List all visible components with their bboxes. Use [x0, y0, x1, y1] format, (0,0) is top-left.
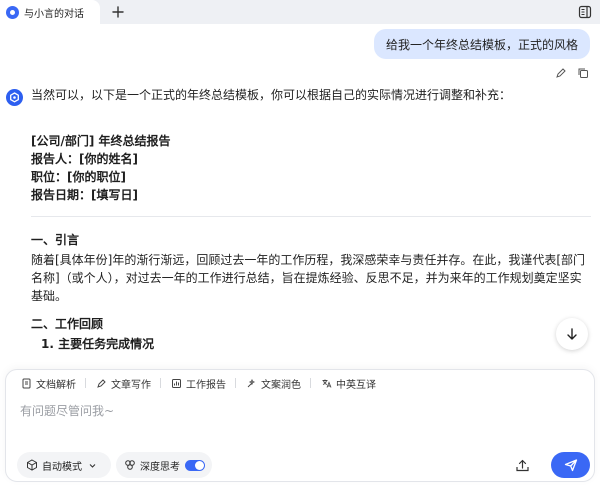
tab-bar: 与小言的对话	[0, 0, 600, 24]
copy-icon	[578, 68, 588, 78]
report-date: 报告日期：[填写日]	[31, 188, 138, 202]
report-header: [公司/部门] 年终总结报告 报告人：[你的姓名] 职位：[你的职位] 报告日期…	[31, 132, 591, 204]
tab-title: 与小言的对话	[24, 8, 84, 20]
prompt-input[interactable]	[20, 404, 580, 418]
upload-icon	[515, 459, 529, 471]
tool-label: 文章写作	[111, 379, 151, 391]
list-item: 1. 主要任务完成情况	[41, 337, 155, 351]
answer-intro: 当然可以，以下是一个正式的年终总结模板，你可以根据自己的实际情况进行调整和补充：	[31, 88, 512, 102]
assistant-avatar-icon	[6, 89, 23, 106]
section-heading: 一、引言	[31, 233, 80, 247]
edit-message-button[interactable]	[554, 66, 568, 80]
message-composer: 文档解析 文章写作 工作报告 文案润色 中英互译 自动模式 深度思考	[5, 369, 595, 482]
report-title: [公司/部门] 年终总结报告	[31, 134, 171, 148]
tool-label: 文案润色	[261, 379, 301, 391]
document-icon	[20, 377, 32, 389]
divider	[31, 216, 591, 217]
tool-translate[interactable]: 中英互译	[320, 376, 376, 391]
tool-copy-polish[interactable]: 文案润色	[245, 376, 301, 391]
mode-label: 自动模式	[42, 461, 82, 473]
upload-file-button[interactable]	[511, 454, 533, 476]
report-author: 报告人：[你的姓名]	[31, 152, 138, 166]
send-button[interactable]	[551, 452, 590, 478]
section-heading: 二、工作回顾	[31, 317, 104, 331]
tool-work-report[interactable]: 工作报告	[170, 376, 226, 391]
quick-tools: 文档解析 文章写作 工作报告 文案润色 中英互译	[20, 376, 376, 391]
sidebar-toggle-button[interactable]	[576, 3, 594, 21]
copy-message-button[interactable]	[576, 66, 590, 80]
chevron-down-icon	[88, 461, 97, 470]
pen-icon	[95, 377, 107, 389]
deep-think-switch[interactable]	[185, 459, 205, 471]
scroll-to-bottom-button[interactable]	[556, 318, 588, 350]
deep-think-toggle-button[interactable]: 深度思考	[116, 452, 212, 478]
assistant-answer: 当然可以，以下是一个正式的年终总结模板，你可以根据自己的实际情况进行调整和补充：…	[31, 86, 591, 353]
sidebar-icon	[578, 5, 592, 19]
tool-article-writing[interactable]: 文章写作	[95, 376, 151, 391]
cube-icon	[26, 459, 38, 471]
assistant-logo-icon	[6, 5, 19, 19]
deep-think-label: 深度思考	[140, 461, 180, 473]
report-position: 职位：[你的职位]	[31, 170, 126, 184]
mode-selector[interactable]: 自动模式	[17, 452, 111, 478]
translate-icon	[320, 377, 332, 389]
conversation-tab[interactable]: 与小言的对话	[0, 0, 100, 24]
section-paragraph: 随着[具体年份]年的渐行渐远，回顾过去一年的工作历程，我深感荣幸与责任并存。在此…	[31, 253, 586, 303]
divider	[235, 378, 236, 388]
tool-label: 文档解析	[36, 379, 76, 391]
deep-think-icon	[124, 459, 136, 471]
new-tab-button[interactable]	[108, 2, 128, 22]
plus-icon	[112, 6, 124, 18]
send-icon	[564, 459, 577, 472]
message-actions	[554, 66, 590, 80]
divider	[160, 378, 161, 388]
report-icon	[170, 377, 182, 389]
divider	[85, 378, 86, 388]
tool-document-parse[interactable]: 文档解析	[20, 376, 76, 391]
divider	[310, 378, 311, 388]
polish-icon	[245, 377, 257, 389]
edit-icon	[556, 68, 566, 78]
arrow-down-icon	[567, 328, 577, 340]
tool-label: 中英互译	[336, 379, 376, 391]
user-message-bubble: 给我一个年终总结模板，正式的风格	[373, 29, 590, 59]
tool-label: 工作报告	[186, 379, 226, 391]
